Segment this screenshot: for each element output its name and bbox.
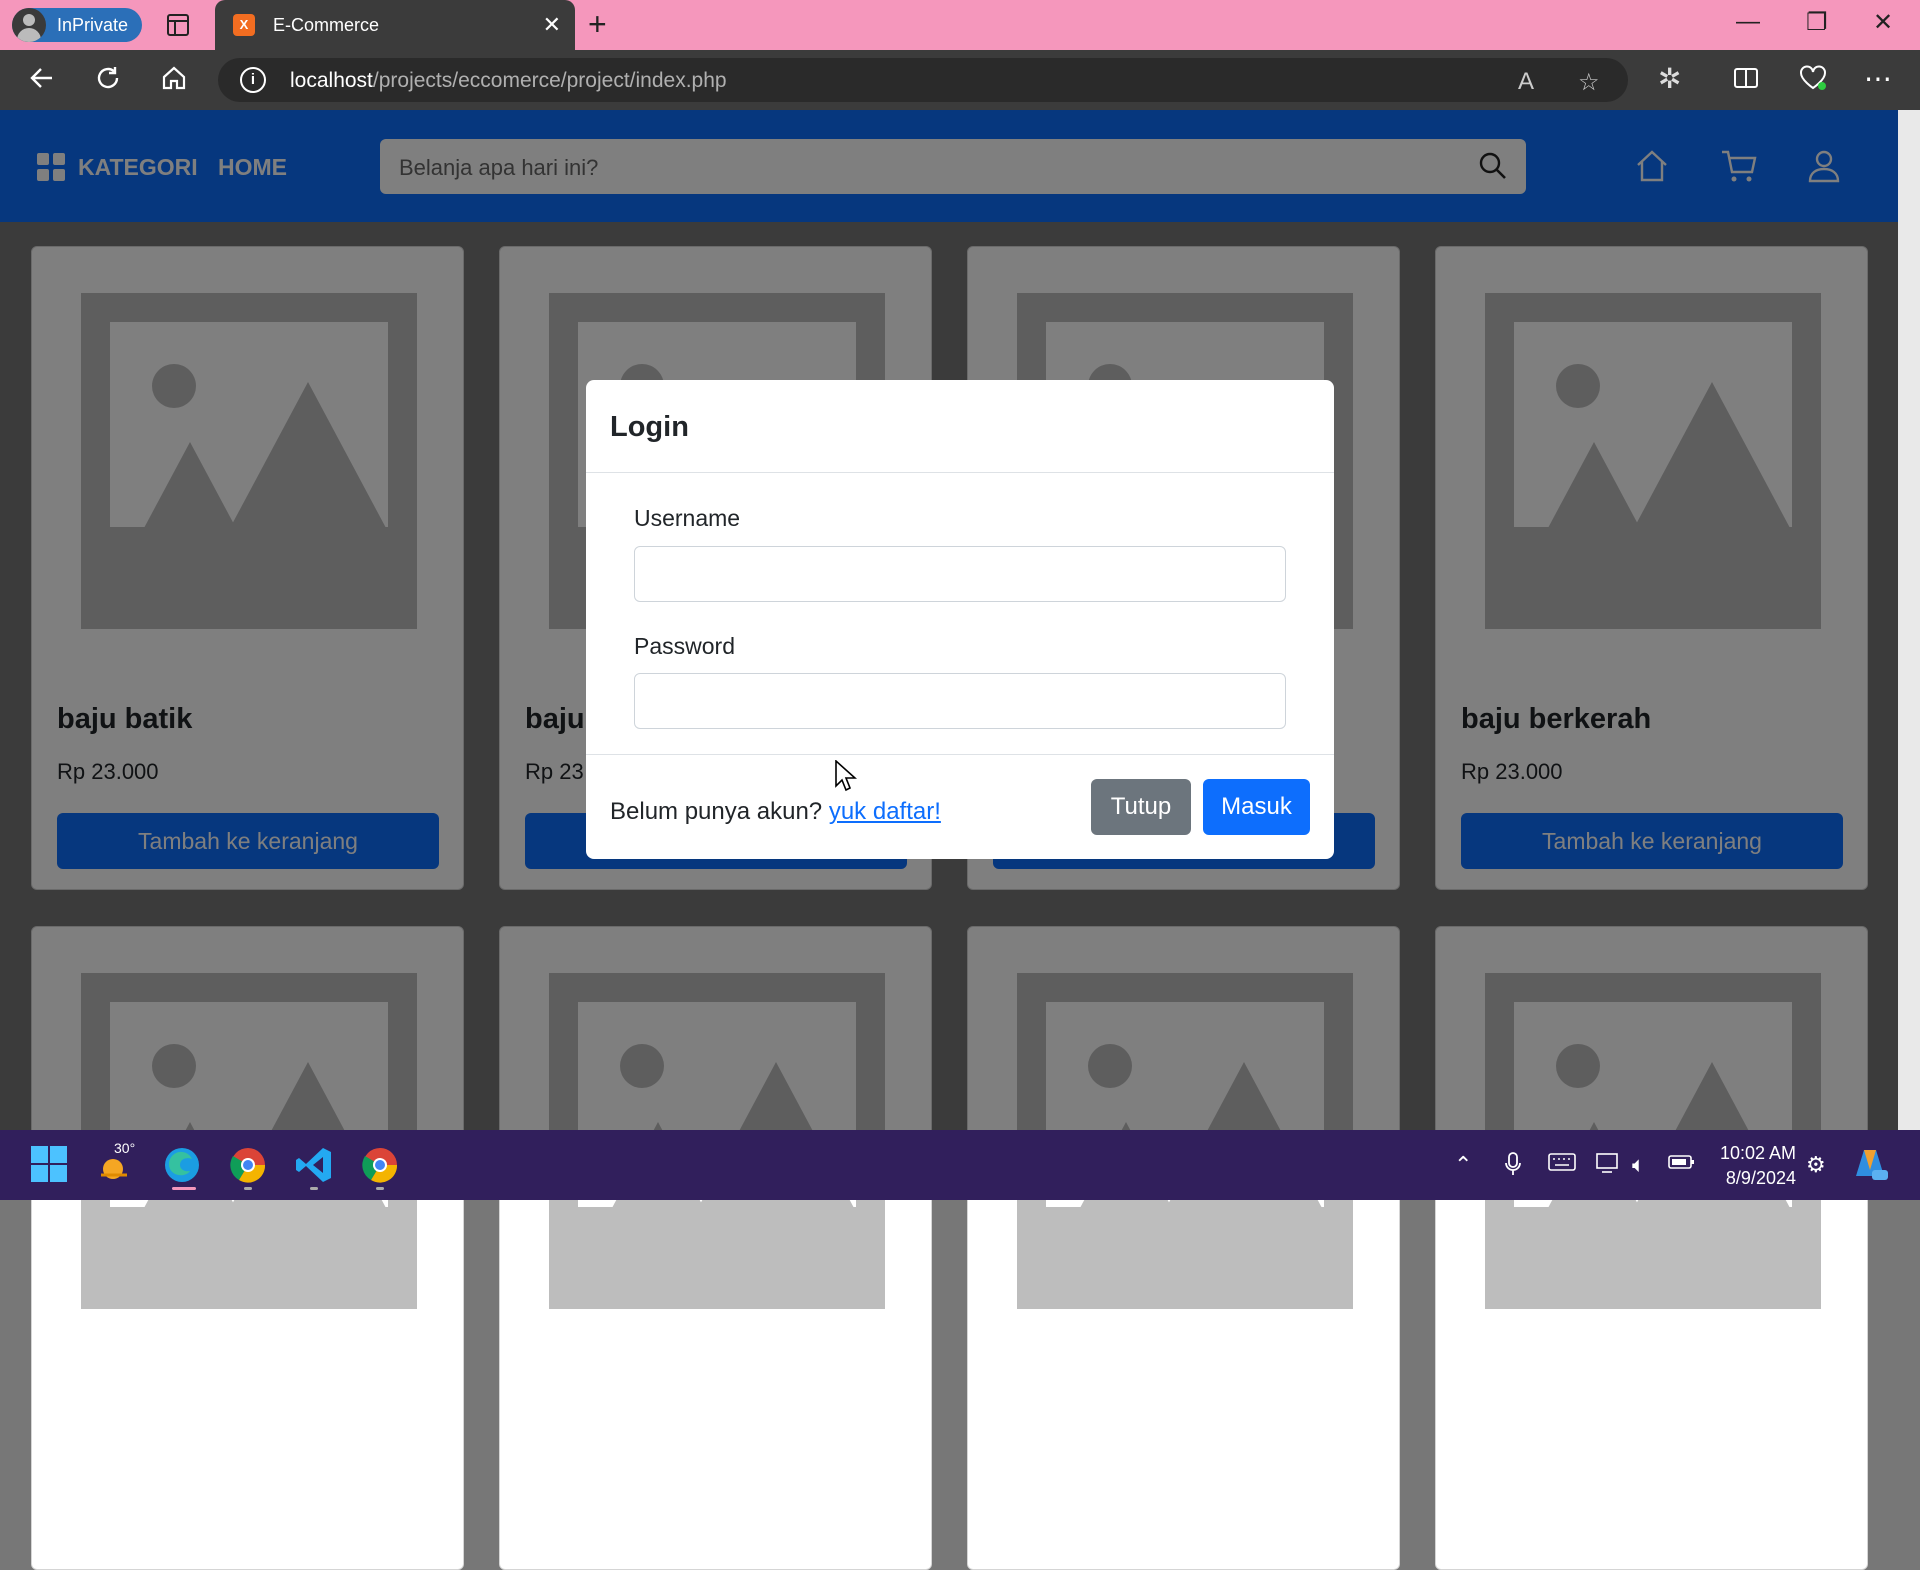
clock-date: 8/9/2024: [1725, 1168, 1796, 1188]
new-tab-icon[interactable]: +: [588, 6, 607, 43]
browser-titlebar: InPrivate X E-Commerce ✕ + — ❐ ✕: [0, 0, 1920, 50]
workspaces-icon[interactable]: [167, 14, 189, 36]
app-indicator: [244, 1187, 252, 1190]
password-label: Password: [634, 633, 735, 659]
restore-icon[interactable]: ❐: [1806, 8, 1828, 37]
modal-divider: [586, 472, 1334, 473]
chrome-icon[interactable]: [360, 1145, 400, 1185]
tab-ecommerce[interactable]: X E-Commerce ✕: [215, 0, 575, 50]
inprivate-badge[interactable]: InPrivate: [12, 8, 142, 42]
read-aloud-icon[interactable]: A: [1518, 68, 1534, 96]
copilot-icon[interactable]: [1850, 1146, 1890, 1188]
window-close-icon[interactable]: ✕: [1873, 8, 1893, 37]
extensions-icon[interactable]: ✲: [1658, 64, 1681, 94]
edge-browser-icon[interactable]: [162, 1145, 202, 1185]
minimize-icon[interactable]: —: [1736, 8, 1760, 36]
mouse-cursor-icon: [835, 759, 858, 797]
inprivate-label: InPrivate: [57, 14, 129, 35]
address-toolbar: i localhost/projects/eccomerce/project/i…: [0, 50, 1920, 110]
volume-icon[interactable]: 🔈︎: [1632, 1152, 1645, 1178]
more-menu-icon[interactable]: ⋯: [1864, 64, 1892, 94]
browser-essentials-icon[interactable]: [1798, 64, 1828, 98]
keyboard-icon[interactable]: [1548, 1152, 1576, 1178]
login-button[interactable]: Masuk: [1203, 779, 1310, 835]
address-bar[interactable]: i localhost/projects/eccomerce/project/i…: [218, 58, 1628, 102]
xampp-favicon-icon: X: [233, 14, 255, 36]
app-indicator: [376, 1187, 384, 1190]
chrome-icon[interactable]: [228, 1145, 268, 1185]
url-text: localhost/projects/eccomerce/project/ind…: [290, 69, 727, 92]
active-app-indicator: [172, 1187, 196, 1190]
network-icon[interactable]: [1596, 1152, 1622, 1180]
modal-title: Login: [610, 411, 689, 443]
split-screen-icon[interactable]: [1732, 64, 1760, 98]
tab-title: E-Commerce: [273, 14, 380, 35]
home-icon[interactable]: [160, 64, 188, 98]
refresh-icon[interactable]: [94, 64, 122, 98]
notification-settings-icon[interactable]: ⚙︎: [1806, 1152, 1826, 1178]
profile-avatar: [12, 8, 46, 42]
page-scrollbar[interactable]: [1898, 110, 1920, 1130]
clock-time: 10:02 AM: [1719, 1143, 1796, 1163]
password-field[interactable]: [634, 673, 1286, 729]
register-prompt: Belum punya akun? yuk daftar!: [610, 798, 941, 825]
username-field[interactable]: [634, 546, 1286, 602]
tray-overflow-icon[interactable]: ⌃: [1454, 1152, 1472, 1178]
modal-divider: [586, 754, 1334, 755]
tab-close-icon[interactable]: ✕: [543, 12, 561, 38]
close-button[interactable]: Tutup: [1091, 779, 1191, 835]
vscode-icon[interactable]: [294, 1145, 334, 1185]
favorite-star-icon[interactable]: ☆: [1578, 68, 1600, 97]
windows-start-icon[interactable]: [30, 1145, 70, 1185]
back-icon[interactable]: [28, 64, 56, 98]
microphone-icon[interactable]: [1504, 1152, 1522, 1182]
weather-temp: 30°: [114, 1140, 136, 1156]
register-link[interactable]: yuk daftar!: [829, 798, 941, 825]
site-info-icon[interactable]: i: [240, 67, 266, 93]
system-clock[interactable]: 10:02 AM 8/9/2024: [1706, 1141, 1796, 1191]
windows-taskbar: 30° ⌃ 🔈︎ 10:02 AM 8/9/2024 ⚙︎: [0, 1130, 1920, 1200]
app-indicator: [310, 1187, 318, 1190]
login-modal: Login Username Password Belum punya akun…: [586, 380, 1334, 859]
username-label: Username: [634, 505, 741, 531]
battery-icon[interactable]: [1668, 1152, 1696, 1178]
